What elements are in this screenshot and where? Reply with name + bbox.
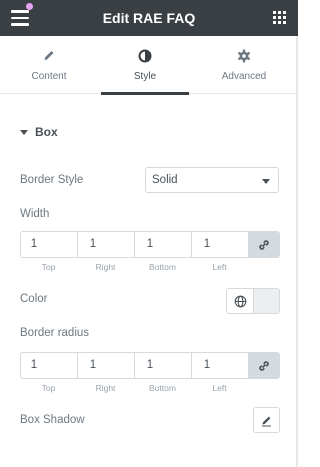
color-swatch-button[interactable]: [254, 289, 279, 313]
width-side-labels: Top Right Bottom Left: [20, 262, 252, 272]
box-shadow-label: Box Shadow: [20, 414, 85, 426]
tab-label: Content: [31, 71, 67, 82]
editor-header: Edit RAE FAQ: [0, 0, 298, 36]
side-label-bottom: Bottom: [149, 383, 176, 393]
border-radius-label: Border radius: [20, 327, 90, 339]
side-label-top: Top: [41, 262, 56, 272]
caret-down-icon: [20, 129, 28, 135]
pencil-icon: [262, 416, 271, 426]
hamburger-icon[interactable]: [11, 3, 33, 26]
radius-side-labels: Top Right Bottom Left: [20, 383, 252, 393]
gear-icon: [237, 49, 251, 63]
radius-link-button[interactable]: [249, 353, 279, 378]
width-bottom-input[interactable]: 1: [135, 232, 192, 257]
link-icon: [259, 239, 269, 250]
width-label: Width: [20, 208, 50, 220]
grid-icon[interactable]: [273, 11, 286, 24]
tab-content[interactable]: Content: [5, 36, 93, 94]
side-label-right: Right: [95, 383, 116, 393]
border-style-value: Solid: [152, 174, 178, 186]
pencil-icon: [44, 51, 54, 60]
notification-dot: [26, 3, 33, 10]
side-label-bottom: Bottom: [149, 262, 176, 272]
tab-label: Advanced: [221, 71, 267, 82]
side-label-right: Right: [95, 262, 116, 272]
global-colors-button[interactable]: [227, 289, 254, 313]
panel-right-border: [296, 36, 298, 467]
radius-top-input[interactable]: 1: [21, 353, 78, 378]
tab-advanced[interactable]: Advanced: [200, 36, 288, 94]
link-icon: [259, 360, 269, 371]
side-label-left: Left: [212, 262, 227, 272]
border-style-label: Border Style: [20, 174, 84, 186]
chevron-down-icon: [262, 179, 270, 184]
color-label: Color: [20, 293, 48, 305]
width-top-input[interactable]: 1: [21, 232, 78, 257]
width-link-button[interactable]: [249, 232, 279, 257]
width-left-input[interactable]: 1: [192, 232, 249, 257]
panel-title: Edit RAE FAQ: [102, 10, 196, 26]
radius-right-input[interactable]: 1: [78, 353, 135, 378]
width-right-input[interactable]: 1: [78, 232, 135, 257]
radius-bottom-input[interactable]: 1: [135, 353, 192, 378]
globe-icon: [234, 295, 246, 307]
radius-left-input[interactable]: 1: [192, 353, 249, 378]
tab-label: Style: [133, 71, 157, 82]
side-label-left: Left: [212, 383, 227, 393]
section-box-toggle[interactable]: Box: [20, 125, 58, 139]
active-tab-indicator: [101, 92, 189, 95]
section-title: Box: [35, 125, 58, 139]
contrast-icon: [138, 49, 152, 63]
box-shadow-edit-button[interactable]: [253, 407, 280, 433]
border-radius-dimensions: 1 1 1 1: [20, 352, 280, 379]
color-control: [226, 288, 280, 314]
panel-tabs: Content Style Advanced: [0, 36, 298, 95]
tab-style[interactable]: Style: [101, 36, 189, 95]
width-dimensions: 1 1 1 1: [20, 231, 280, 258]
side-label-top: Top: [41, 383, 56, 393]
border-style-select[interactable]: Solid: [145, 167, 279, 193]
